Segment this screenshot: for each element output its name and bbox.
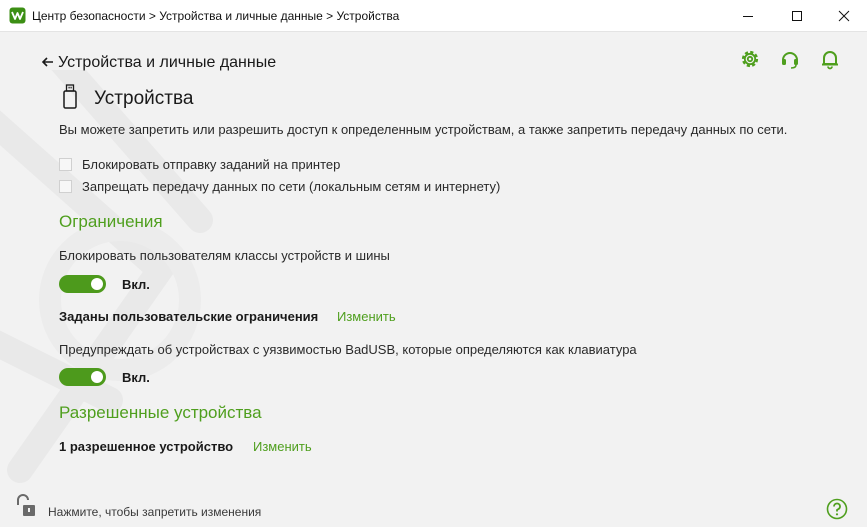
block-network-label: Запрещать передачу данных по сети (локал… <box>82 178 501 194</box>
headset-icon <box>782 52 798 69</box>
block-device-classes-label: Блокировать пользователям классы устройс… <box>59 248 390 263</box>
badusb-warning-state: Вкл. <box>122 370 150 385</box>
usb-drive-icon <box>63 84 77 109</box>
minimize-button[interactable] <box>725 0 771 31</box>
edit-restrictions-link[interactable]: Изменить <box>337 309 396 324</box>
custom-restrictions-label: Заданы пользовательские ограничения <box>59 309 319 324</box>
support-button[interactable] <box>777 46 803 72</box>
maximize-icon <box>792 10 802 21</box>
edit-allowed-devices-link[interactable]: Изменить <box>253 439 312 454</box>
page-title: Устройства <box>94 88 194 109</box>
block-printer-checkbox[interactable] <box>59 157 72 171</box>
badusb-warning-toggle[interactable] <box>59 368 106 386</box>
lock-changes-hint[interactable]: Нажмите, чтобы запретить изменения <box>48 505 261 519</box>
block-network-option[interactable]: Запрещать передачу данных по сети (локал… <box>59 177 500 195</box>
window-titlebar: Центр безопасности > Устройства и личные… <box>0 0 867 32</box>
bell-icon <box>822 51 838 70</box>
toggle-knob <box>91 371 103 383</box>
help-icon[interactable] <box>826 498 848 520</box>
badusb-warning-label: Предупреждать об устройствах с уязвимост… <box>59 342 637 357</box>
close-icon <box>838 10 850 21</box>
allowed-devices-section-title: Разрешенные устройства <box>59 403 262 422</box>
block-device-classes-toggle[interactable] <box>59 275 106 293</box>
unlocked-padlock-icon[interactable] <box>14 494 36 518</box>
settings-button[interactable] <box>737 46 763 72</box>
restrictions-section-title: Ограничения <box>59 212 163 231</box>
toggle-knob <box>91 278 103 290</box>
block-device-classes-state: Вкл. <box>122 277 150 292</box>
app-logo-icon <box>9 7 26 24</box>
back-arrow-icon[interactable] <box>41 54 55 70</box>
notifications-button[interactable] <box>817 46 843 72</box>
window-title: Центр безопасности > Устройства и личные… <box>32 9 400 23</box>
allowed-devices-count: 1 разрешенное устройство <box>59 439 234 454</box>
close-button[interactable] <box>821 0 867 31</box>
back-link-title[interactable]: Устройства и личные данные <box>58 54 276 72</box>
page-description: Вы можете запретить или разрешить доступ… <box>59 122 788 137</box>
block-printer-option[interactable]: Блокировать отправку заданий на принтер <box>59 155 340 173</box>
gear-icon <box>741 50 759 68</box>
maximize-button[interactable] <box>774 0 820 31</box>
minimize-icon <box>743 15 753 17</box>
block-network-checkbox[interactable] <box>59 179 72 193</box>
block-printer-label: Блокировать отправку заданий на принтер <box>82 156 341 172</box>
